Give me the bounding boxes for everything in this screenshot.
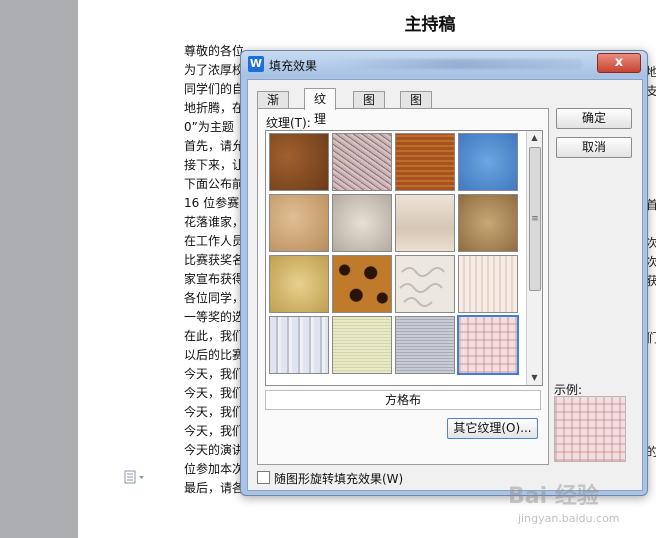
baidu-watermark-url: jingyan.baidu.com — [518, 512, 620, 525]
texture-label: 纹理(T): — [266, 116, 311, 130]
doc-line: 同学们的自 — [184, 82, 245, 96]
doc-line: 下面公布前 — [184, 177, 245, 191]
gallery-scrollbar[interactable]: ▲ ≡ ▼ — [526, 131, 542, 385]
doc-line: 比赛获奖名 — [184, 253, 245, 267]
cancel-button[interactable]: 取消 — [556, 137, 632, 158]
close-button[interactable]: x — [597, 53, 641, 73]
doc-line: 家宣布获得 — [184, 272, 245, 286]
doc-line: 首先，请允 — [184, 139, 245, 153]
blue-denim-texture-icon[interactable] — [458, 133, 518, 191]
doc-line: 尊敬的各位 — [184, 44, 245, 58]
scroll-down-arrow-icon[interactable]: ▼ — [527, 371, 542, 385]
doc-line: 一等奖的选 — [184, 310, 245, 324]
beige-marble-texture-icon[interactable] — [395, 194, 455, 252]
ok-button[interactable]: 确定 — [556, 108, 632, 129]
doc-line: 今天的演讲 — [184, 443, 245, 457]
brown-leather-texture-icon[interactable] — [269, 133, 329, 191]
document-title: 主持稿 — [404, 15, 456, 35]
rotate-with-shape-checkbox[interactable] — [257, 471, 270, 484]
pink-stripe-texture-icon[interactable] — [458, 255, 518, 313]
woven-mat-texture-icon[interactable] — [395, 133, 455, 191]
doc-line: 在此，我们 — [184, 329, 245, 343]
doc-line: 位参加本次 — [184, 462, 245, 476]
scroll-thumb[interactable]: ≡ — [529, 147, 541, 291]
doc-line: 接下来，让 — [184, 158, 245, 172]
handwriting-paper-texture-icon[interactable] — [395, 255, 455, 313]
brown-cork-texture-icon[interactable] — [458, 194, 518, 252]
doc-line: 16 位参赛 — [184, 196, 240, 210]
doc-line: 以后的比赛 — [184, 348, 245, 362]
doc-line: 今天，我们 — [184, 405, 245, 419]
sample-preview — [554, 396, 626, 462]
green-canvas-texture-icon[interactable] — [332, 316, 392, 374]
blurred-background — [333, 59, 583, 69]
dialog-title: 填充效果 — [269, 59, 318, 73]
left-margin-area — [0, 0, 78, 538]
doc-line: 在工作人员 — [184, 234, 245, 248]
texture-name-field: 方格布 — [265, 390, 541, 410]
doc-line: 各位同学， — [184, 291, 245, 305]
doc-line: 为了浓厚校 — [184, 63, 245, 77]
doc-line: 花落谁家， — [184, 215, 245, 229]
gray-granite-texture-icon[interactable] — [332, 194, 392, 252]
dialog-client-area: 渐变 纹理 图案 图片 纹理(T): — [247, 79, 643, 491]
doc-line: 地折腾，在 — [184, 101, 245, 115]
pink-plaid-texture-icon[interactable] — [457, 315, 519, 375]
baidu-watermark: Bai 经验 — [508, 484, 599, 509]
yellow-sand-texture-icon[interactable] — [269, 255, 329, 313]
rotate-with-shape-label[interactable]: 随图形旋转填充效果(W) — [274, 470, 403, 487]
fill-effects-dialog: W 填充效果 x 渐变 纹理 图案 图片 纹理(T): — [240, 50, 648, 496]
doc-line: 今天，我们 — [184, 367, 245, 381]
blue-stripe-fabric-texture-icon[interactable] — [269, 316, 329, 374]
scroll-up-arrow-icon[interactable]: ▲ — [527, 131, 542, 145]
pink-fabric-texture-icon[interactable] — [332, 133, 392, 191]
tan-paper-texture-icon[interactable] — [269, 194, 329, 252]
leopard-print-texture-icon[interactable] — [332, 255, 392, 313]
tab-pattern[interactable]: 图案 — [353, 91, 386, 124]
doc-line: 今天，我们 — [184, 424, 245, 438]
gray-weave-texture-icon[interactable] — [395, 316, 455, 374]
other-textures-button[interactable]: 其它纹理(O)... — [447, 418, 538, 439]
dialog-titlebar[interactable]: W 填充效果 x — [241, 51, 647, 77]
doc-line: 0”为主题 — [184, 120, 234, 134]
doc-line: 最后，请各 — [184, 481, 245, 495]
tab-gradient[interactable]: 渐变 — [257, 91, 290, 124]
texture-panel: 纹理(T): ▲ ≡ ▼ 方格布 其它纹理(O)... — [257, 108, 549, 465]
tab-picture[interactable]: 图片 — [400, 91, 433, 124]
wps-app-icon: W — [248, 56, 264, 72]
texture-gallery: ▲ ≡ ▼ — [265, 130, 543, 386]
paragraph-options-icon[interactable] — [124, 470, 144, 484]
tab-texture[interactable]: 纹理 — [304, 88, 337, 126]
doc-line: 今天，我们 — [184, 386, 245, 400]
